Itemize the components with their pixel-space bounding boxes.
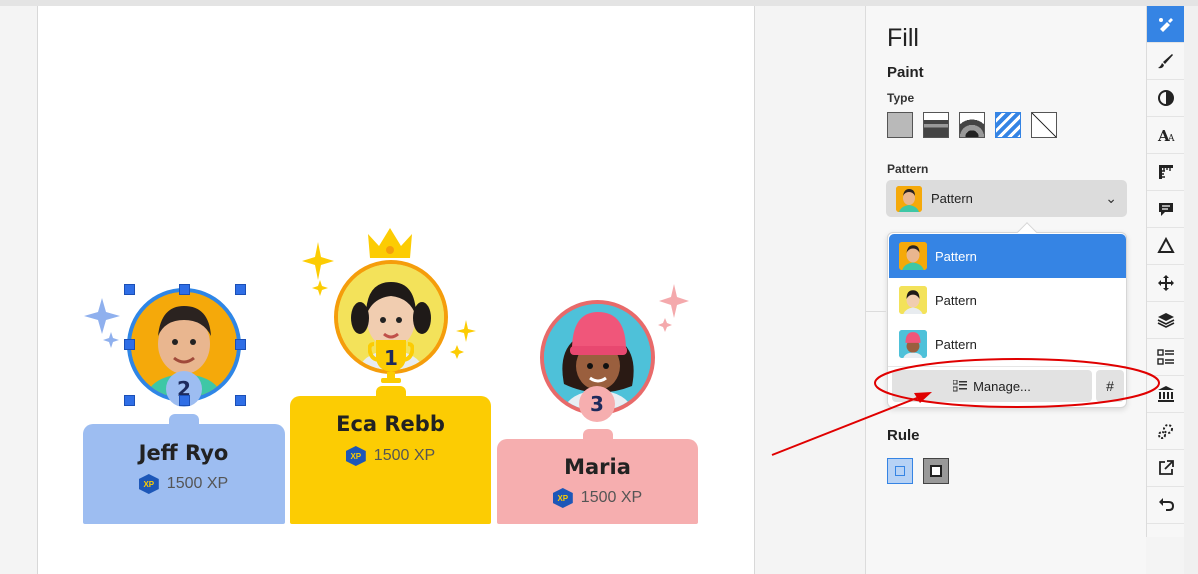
move-icon[interactable] — [1147, 265, 1184, 302]
sparkle-icon — [84, 298, 120, 348]
manage-label: Manage... — [973, 378, 1031, 394]
xp-value: 1500 XP — [166, 475, 229, 492]
resize-handle[interactable] — [124, 339, 135, 350]
xp-badge-icon: XP — [345, 446, 366, 466]
list-icon[interactable] — [1147, 339, 1184, 376]
fill-bucket-icon[interactable] — [1147, 6, 1184, 43]
resize-handle[interactable] — [235, 339, 246, 350]
pattern-dropdown[interactable]: Pattern ⌄ — [886, 180, 1127, 217]
scrollbar-track[interactable] — [1184, 6, 1198, 574]
dock-sidebar: AA — [1146, 6, 1184, 537]
stroke-brush-icon[interactable] — [1147, 43, 1184, 80]
boy-thumbnail-icon — [899, 242, 927, 270]
rank-badge: 3 — [579, 386, 615, 422]
option-label: Pattern — [935, 336, 977, 352]
player-name: Jeff Ryo — [138, 441, 229, 465]
player-xp: XP 1500 XP — [83, 474, 284, 494]
pattern-option[interactable]: Pattern — [889, 322, 1126, 366]
xp-badge-icon: XP — [138, 474, 159, 494]
paint-heading: Paint — [887, 64, 924, 81]
type-label: Type — [887, 91, 915, 105]
pattern-thumbnail — [896, 185, 922, 212]
resize-handle[interactable] — [179, 284, 190, 295]
chevron-down-icon: ⌄ — [1105, 190, 1117, 206]
pattern-popup: Pattern Pattern Pattern Manage... # — [887, 222, 1127, 408]
podium-connector — [376, 386, 406, 400]
hash-button[interactable]: # — [1096, 370, 1124, 402]
svg-text:A: A — [1167, 134, 1175, 144]
layers-icon[interactable] — [1147, 302, 1184, 339]
resize-handle[interactable] — [235, 284, 246, 295]
sparkle-icon — [302, 242, 334, 296]
resize-handle[interactable] — [124, 284, 135, 295]
pattern-option[interactable]: Pattern — [889, 234, 1126, 278]
museum-icon[interactable] — [1147, 376, 1184, 413]
sparkle-icon — [450, 320, 476, 359]
player-name: Eca Rebb — [336, 412, 445, 436]
sparkles-icon[interactable] — [1147, 413, 1184, 450]
resize-handle[interactable] — [235, 395, 246, 406]
export-icon[interactable] — [1147, 450, 1184, 487]
pattern-icon[interactable] — [995, 112, 1021, 138]
xp-badge-icon: XP — [552, 488, 573, 508]
dropdown-value: Pattern — [931, 191, 973, 206]
podium-connector — [169, 414, 199, 428]
rule-heading: Rule — [887, 427, 920, 444]
divider — [866, 311, 886, 312]
radial-gradient-icon[interactable] — [959, 112, 985, 138]
child-thumbnail-icon — [899, 330, 927, 358]
undo-icon[interactable] — [1147, 487, 1184, 524]
podium-connector — [583, 429, 613, 443]
nonzero-rule-icon[interactable] — [887, 458, 913, 484]
rank-badge: 1 — [384, 346, 398, 370]
podium-third — [497, 439, 698, 524]
pattern-label: Pattern — [887, 162, 929, 176]
option-label: Pattern — [935, 292, 977, 308]
resize-handle[interactable] — [179, 395, 190, 406]
opacity-icon[interactable] — [1147, 80, 1184, 117]
manage-button[interactable]: Manage... — [892, 370, 1092, 402]
option-label: Pattern — [935, 248, 977, 264]
app-window: 2 1 3 Jeff Ryo XP 1500 XP Eca Rebb XP 15… — [0, 0, 1198, 574]
xp-value: 1500 XP — [580, 489, 643, 506]
triangle-icon[interactable] — [1147, 228, 1184, 265]
popup-divider — [888, 366, 1126, 367]
ruler-icon[interactable] — [1147, 154, 1184, 191]
text-icon[interactable]: AA — [1147, 117, 1184, 154]
none-icon[interactable] — [1031, 112, 1057, 138]
pattern-option[interactable]: Pattern — [889, 278, 1126, 322]
player-name: Maria — [564, 455, 631, 479]
comment-icon[interactable] — [1147, 191, 1184, 228]
linear-gradient-icon[interactable] — [923, 112, 949, 138]
sparkle-icon — [658, 284, 689, 332]
crown-icon — [368, 228, 412, 258]
resize-handle[interactable] — [124, 395, 135, 406]
player-xp: XP 1500 XP — [497, 488, 698, 508]
xp-value: 1500 XP — [373, 447, 436, 464]
evenodd-rule-icon[interactable] — [923, 458, 949, 484]
girl-thumbnail-icon — [899, 286, 927, 314]
fill-panel: Fill Paint Type Pattern Pattern ⌄ Patter… — [865, 6, 1146, 574]
player-xp: XP 1500 XP — [290, 446, 491, 466]
flat-color-icon[interactable] — [887, 112, 913, 138]
boy-thumbnail-icon — [896, 185, 922, 212]
panel-title: Fill — [887, 24, 919, 52]
list-icon — [953, 380, 968, 392]
